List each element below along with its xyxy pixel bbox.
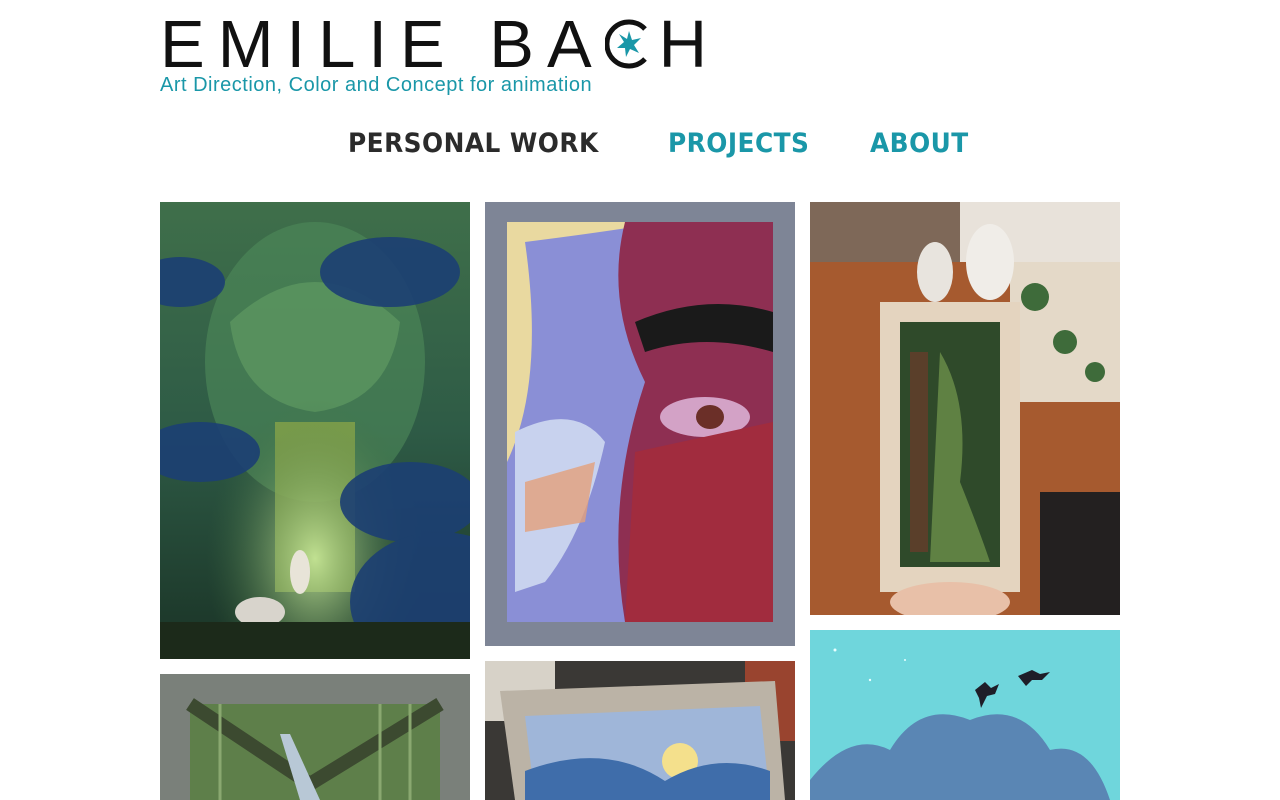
site-logo[interactable]: EMILIE BA H <box>160 11 720 78</box>
gallery-item-forest-creature[interactable] <box>160 202 470 659</box>
logo-text-left: EMILIE BA <box>160 6 605 82</box>
gallery-item-veiled-woman[interactable] <box>485 202 795 646</box>
artwork-image <box>810 202 1120 615</box>
main-nav: PERSONAL WORK PROJECTS ABOUT <box>348 128 977 159</box>
artwork-image <box>810 630 1120 800</box>
gallery-item-birds-sky[interactable] <box>810 630 1120 800</box>
star-icon <box>604 19 651 69</box>
gallery-item-forest-stream[interactable] <box>160 674 470 800</box>
nav-about[interactable]: ABOUT <box>870 128 969 159</box>
nav-projects[interactable]: PROJECTS <box>668 128 809 159</box>
gallery-item-sunset-sketch[interactable] <box>485 661 795 800</box>
nav-personal-work[interactable]: PERSONAL WORK <box>348 128 599 159</box>
site-tagline: Art Direction, Color and Concept for ani… <box>160 74 593 96</box>
site-header: EMILIE BA H Art Direction, Color and Con… <box>160 11 1120 104</box>
artwork-image <box>485 202 795 646</box>
artwork-image <box>485 661 795 800</box>
gallery-item-studio-painting[interactable] <box>810 202 1120 615</box>
artwork-image <box>160 674 470 800</box>
logo-text-right: H <box>658 6 721 82</box>
artwork-image <box>160 202 470 659</box>
